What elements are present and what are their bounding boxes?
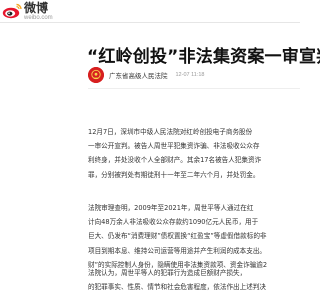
article-meta: 广东省高级人民法院 12-07 11:18	[88, 66, 300, 84]
weibo-eye-icon	[2, 3, 22, 19]
author-avatar[interactable]	[88, 67, 104, 83]
weibo-logo[interactable]: 微博 weibo.com	[2, 0, 82, 21]
author-name[interactable]: 广东省高级人民法院	[109, 70, 168, 80]
paragraph-line: 巨大、仍发布“消费理财”债权置换“红盈宝”等虚假借款标的非	[88, 232, 267, 241]
paragraph-line: 利终身，并处没收个人全部财产。其余17名被告人犯集资诈	[88, 156, 262, 165]
top-bar: 微博 weibo.com	[0, 0, 300, 23]
logo-text: 微博	[24, 0, 49, 15]
article-paragraph: 法院认为，周世平等人的犯罪行为造成巨额财产损失， 的犯罪事实、性质、情节和社会危…	[88, 266, 318, 294]
paragraph-line: 12月7日，深圳市中级人民法院对红岭创投电子商务股份	[88, 128, 253, 136]
paragraph-line: 的犯罪事实、性质、情节和社会危害程度，依法作出上述判决	[88, 283, 267, 292]
article-title: “红岭创投”非法集资案一审宣判	[87, 47, 320, 67]
court-emblem-icon	[88, 67, 104, 83]
divider	[88, 88, 300, 89]
paragraph-line: 法院认为，周世平等人的犯罪行为造成巨额财产损失，	[88, 269, 247, 277]
logo-domain: weibo.com	[24, 14, 53, 21]
publish-time: 12-07 11:18	[175, 72, 205, 78]
article-paragraph: 12月7日，深圳市中级人民法院对红岭创投电子商务股份 一审公开宣判。被告人周世平…	[88, 125, 318, 182]
paragraph-line: 一审公开宣判。被告人周世平犯集资诈骗、非法吸收公众存	[88, 142, 260, 151]
paragraph-line: 罪，分别被判处有期徒刑十一年至二年六个月，并处罚金。	[88, 170, 260, 179]
paragraph-line: 法院审理查明，2009年至2021年，周世平等人通过在红	[88, 204, 254, 212]
paragraph-line: 计向48万余人非法吸收公众存款约1090亿元人民币，用于	[88, 218, 259, 227]
paragraph-line: 项目到期本息、维持公司运营等用途并产生利润的成本支出。	[88, 246, 267, 255]
article-paragraph: 法院审理查明，2009年至2021年，周世平等人通过在红 计向48万余人非法吸收…	[88, 201, 318, 272]
